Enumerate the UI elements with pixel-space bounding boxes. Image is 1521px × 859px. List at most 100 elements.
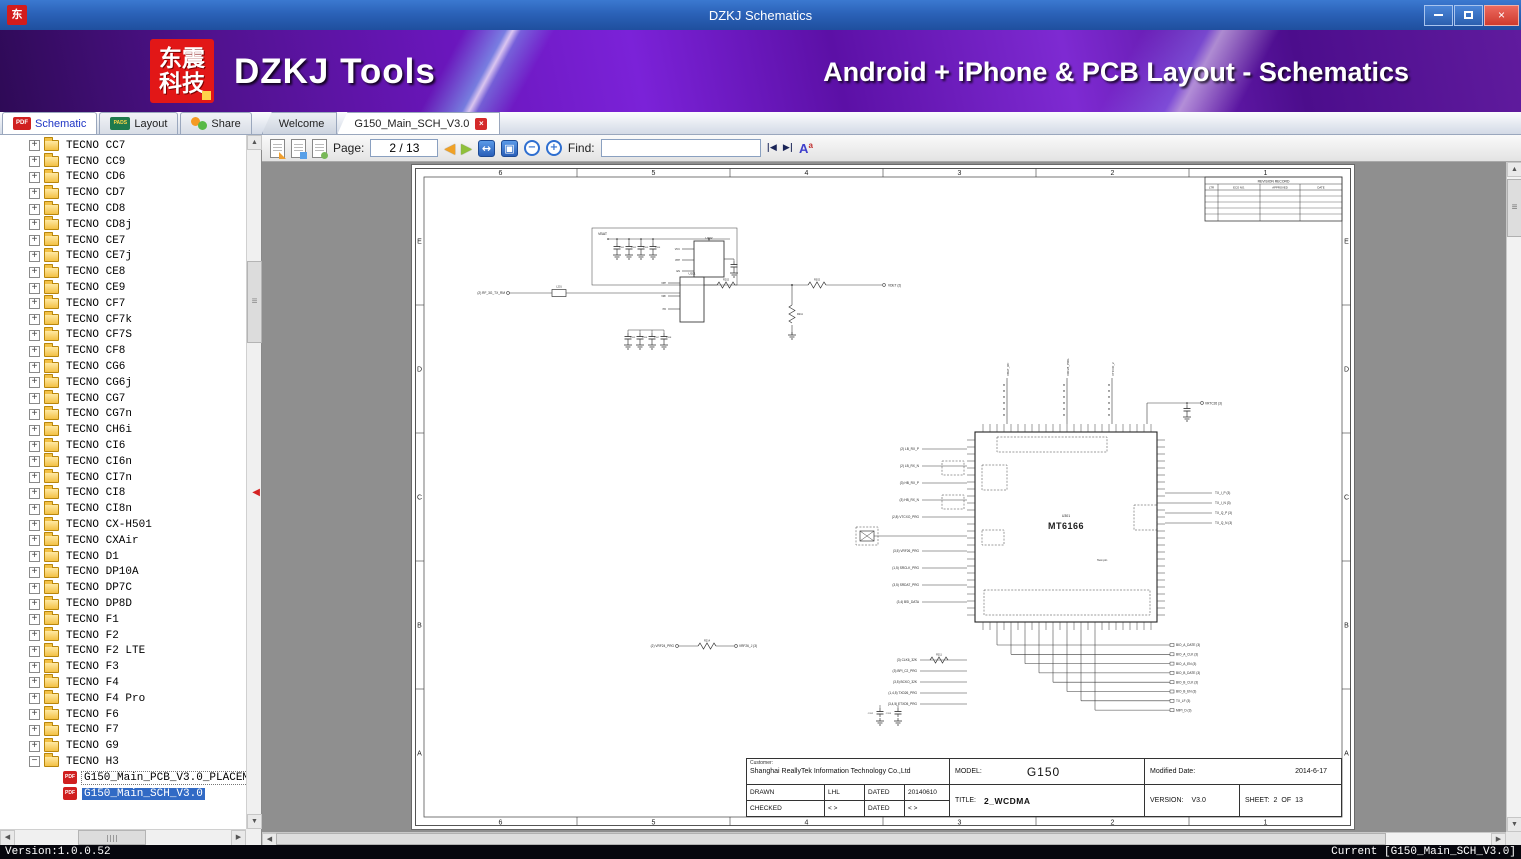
minimize-button[interactable] bbox=[1424, 4, 1453, 26]
tree-folder-tecno-ce9[interactable]: + TECNO CE9 bbox=[0, 279, 246, 296]
tree-folder-tecno-ci6n[interactable]: + TECNO CI6n bbox=[0, 453, 246, 470]
schematic-page[interactable]: 6 6 5 5 4 4 3 3 2 2 1 1 E E D D C C B B A A REVISION RECORD LTR… bbox=[411, 164, 1355, 830]
copy-page-icon[interactable] bbox=[291, 138, 307, 159]
tree-folder-tecno-f2-lte[interactable]: + TECNO F2 LTE bbox=[0, 642, 246, 660]
viewer-scroll-down-icon[interactable]: ▼ bbox=[1507, 817, 1521, 832]
single-page-view-icon[interactable] bbox=[270, 138, 286, 159]
prev-page-button[interactable]: ◀ bbox=[444, 141, 455, 155]
viewer-scrollbar-thumb[interactable]: ≡ bbox=[1507, 179, 1521, 237]
tree-folder-tecno-cf7[interactable]: + TECNO CF7 bbox=[0, 295, 246, 312]
expand-icon[interactable]: + bbox=[29, 582, 40, 594]
font-size-icon[interactable]: Aa bbox=[799, 141, 813, 156]
tree-folder-tecno-h3[interactable]: − TECNO H3 bbox=[0, 753, 246, 770]
expand-icon[interactable]: + bbox=[29, 677, 40, 689]
expand-icon[interactable]: + bbox=[29, 566, 40, 578]
tree-folder-tecno-f7[interactable]: + TECNO F7 bbox=[0, 721, 246, 738]
expand-icon[interactable]: + bbox=[29, 219, 40, 231]
expand-icon[interactable]: + bbox=[29, 266, 40, 278]
expand-icon[interactable]: + bbox=[29, 298, 40, 310]
expand-icon[interactable]: + bbox=[29, 377, 40, 389]
tree-folder-tecno-dp8d[interactable]: + TECNO DP8D bbox=[0, 595, 246, 612]
expand-icon[interactable]: + bbox=[29, 661, 40, 673]
viewer-hscrollbar-thumb[interactable] bbox=[276, 833, 1386, 845]
expand-icon[interactable]: + bbox=[29, 345, 40, 357]
expand-icon[interactable]: + bbox=[29, 503, 40, 515]
find-next-icon[interactable]: ▶| bbox=[783, 141, 793, 155]
splitter-collapse-icon[interactable]: ◀ bbox=[252, 487, 260, 498]
tree-folder-tecno-cd8[interactable]: + TECNO CD8 bbox=[0, 200, 246, 217]
page-input[interactable] bbox=[370, 139, 439, 157]
scroll-up-icon[interactable]: ▲ bbox=[247, 135, 262, 150]
tree-folder-tecno-d1[interactable]: + TECNO D1 bbox=[0, 548, 246, 565]
tree-folder-tecno-ci8n[interactable]: + TECNO CI8n bbox=[0, 500, 246, 517]
tab-schematic[interactable]: PDF Schematic bbox=[2, 112, 98, 134]
tree-folder-tecno-cg7[interactable]: + TECNO CG7 bbox=[0, 390, 246, 407]
expand-icon[interactable]: + bbox=[29, 724, 40, 736]
tree-folder-tecno-cf8[interactable]: + TECNO CF8 bbox=[0, 342, 246, 359]
tree-folder-tecno-cg6[interactable]: + TECNO CG6 bbox=[0, 358, 246, 375]
tree-folder-tecno-cc7[interactable]: + TECNO CC7 bbox=[0, 137, 246, 154]
fit-width-icon[interactable]: ↔ bbox=[477, 139, 495, 157]
tree-folder-tecno-ci6[interactable]: + TECNO CI6 bbox=[0, 437, 246, 454]
tree-folder-tecno-f3[interactable]: + TECNO F3 bbox=[0, 658, 246, 675]
zoom-in-icon[interactable]: + bbox=[545, 140, 562, 156]
doc-tab-welcome[interactable]: Welcome bbox=[261, 112, 338, 134]
multi-page-view-icon[interactable] bbox=[312, 138, 328, 159]
tree-folder-tecno-cd7[interactable]: + TECNO CD7 bbox=[0, 184, 246, 201]
tree-folder-tecno-ci8[interactable]: + TECNO CI8 bbox=[0, 484, 246, 502]
expand-icon[interactable]: + bbox=[29, 329, 40, 341]
tree-folder-tecno-cxair[interactable]: + TECNO CXAir bbox=[0, 532, 246, 549]
expand-icon[interactable]: + bbox=[29, 487, 40, 499]
tree-folder-tecno-cg7n[interactable]: + TECNO CG7n bbox=[0, 405, 246, 423]
doc-tab-current[interactable]: G150_Main_SCH_V3.0 × bbox=[337, 112, 501, 134]
tree-folder-tecno-ch6i[interactable]: + TECNO CH6i bbox=[0, 421, 246, 438]
tree-folder-tecno-f4[interactable]: + TECNO F4 bbox=[0, 674, 246, 691]
viewer-scroll-right-icon[interactable]: ▶ bbox=[1491, 832, 1506, 845]
expand-icon[interactable]: + bbox=[29, 408, 40, 420]
scroll-left-icon[interactable]: ◀ bbox=[0, 829, 15, 846]
find-prev-icon[interactable]: |◀ bbox=[767, 141, 777, 155]
tab-layout[interactable]: PADS Layout bbox=[99, 112, 179, 134]
viewer[interactable]: 6 6 5 5 4 4 3 3 2 2 1 1 E E D D C C B B A A REVISION RECORD LTR… bbox=[262, 162, 1521, 845]
tree-folder-tecno-ce7j[interactable]: + TECNO CE7j bbox=[0, 247, 246, 265]
tree-folder-tecno-f4-pro[interactable]: + TECNO F4 Pro bbox=[0, 690, 246, 707]
expand-icon[interactable]: + bbox=[29, 645, 40, 657]
zoom-out-icon[interactable]: − bbox=[523, 140, 540, 156]
tree-folder-tecno-g9[interactable]: + TECNO G9 bbox=[0, 737, 246, 754]
collapse-icon[interactable]: − bbox=[29, 756, 40, 768]
expand-icon[interactable]: + bbox=[29, 535, 40, 547]
tree-folder-tecno-cg6j[interactable]: + TECNO CG6j bbox=[0, 374, 246, 391]
expand-icon[interactable]: + bbox=[29, 456, 40, 468]
expand-icon[interactable]: + bbox=[29, 282, 40, 294]
close-tab-icon[interactable]: × bbox=[475, 117, 488, 130]
viewer-scroll-left-icon[interactable]: ◀ bbox=[262, 832, 277, 845]
tree-folder-tecno-cf7k[interactable]: + TECNO CF7k bbox=[0, 311, 246, 328]
tree-folder-tecno-f2[interactable]: + TECNO F2 bbox=[0, 627, 246, 644]
tree-folder-tecno-dp7c[interactable]: + TECNO DP7C bbox=[0, 579, 246, 596]
tab-share[interactable]: Share bbox=[180, 112, 252, 134]
find-input[interactable] bbox=[600, 139, 761, 157]
expand-icon[interactable]: + bbox=[29, 614, 40, 626]
sidebar-hscrollbar-thumb[interactable] bbox=[78, 830, 146, 845]
maximize-button[interactable] bbox=[1454, 4, 1483, 26]
expand-icon[interactable]: + bbox=[29, 235, 40, 247]
expand-icon[interactable]: + bbox=[29, 171, 40, 183]
viewer-vscrollbar[interactable]: ▲ ≡ ▼ bbox=[1506, 162, 1521, 832]
expand-icon[interactable]: + bbox=[29, 424, 40, 436]
sidebar-vscrollbar[interactable]: ▲ ≡ ▼ bbox=[246, 135, 262, 829]
scroll-right-icon[interactable]: ▶ bbox=[231, 829, 246, 846]
tree-folder-tecno-ce7[interactable]: + TECNO CE7 bbox=[0, 232, 246, 249]
tree-folder-tecno-ce8[interactable]: + TECNO CE8 bbox=[0, 263, 246, 280]
sidebar-hscrollbar[interactable]: ◀ ▶ bbox=[0, 829, 246, 846]
expand-icon[interactable]: + bbox=[29, 187, 40, 199]
expand-icon[interactable]: + bbox=[29, 472, 40, 484]
expand-icon[interactable]: + bbox=[29, 693, 40, 705]
expand-icon[interactable]: + bbox=[29, 314, 40, 326]
expand-icon[interactable]: + bbox=[29, 361, 40, 373]
tree-folder-tecno-f6[interactable]: + TECNO F6 bbox=[0, 706, 246, 723]
tree-folder-tecno-f1[interactable]: + TECNO F1 bbox=[0, 611, 246, 628]
tree-folder-tecno-cd6[interactable]: + TECNO CD6 bbox=[0, 168, 246, 186]
tree-folder-tecno-dp10a[interactable]: + TECNO DP10A bbox=[0, 563, 246, 581]
expand-icon[interactable]: + bbox=[29, 250, 40, 262]
sidebar-scrollbar-thumb[interactable]: ≡ bbox=[247, 261, 262, 343]
